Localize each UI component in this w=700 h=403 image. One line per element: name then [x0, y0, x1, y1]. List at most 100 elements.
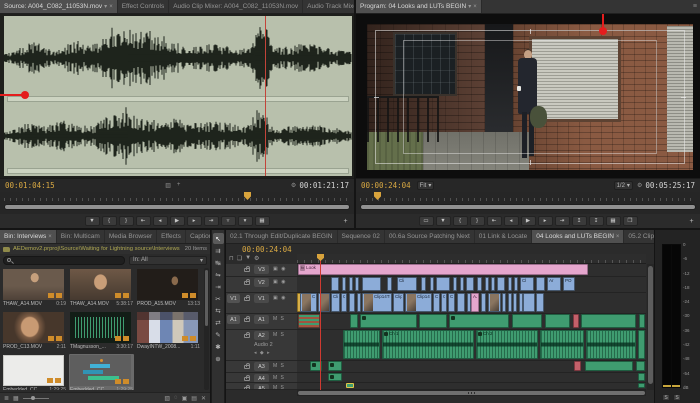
project-item-thumbnail[interactable]: [3, 269, 64, 300]
timeline-clip[interactable]: [508, 293, 512, 312]
transport-button[interactable]: ▦: [255, 216, 270, 226]
transport-button[interactable]: ▭: [419, 216, 434, 226]
project-item[interactable]: PROD_C13.MOV 2:11: [2, 311, 67, 352]
panel-menu-icon[interactable]: ≡: [693, 3, 697, 10]
track-target-button[interactable]: V3: [254, 265, 269, 274]
timeline-clip[interactable]: [638, 373, 645, 381]
sequence-tab[interactable]: 04 Looks and LUTs BEGIN ×: [532, 230, 624, 243]
timeline-clip[interactable]: [638, 330, 645, 359]
transport-button[interactable]: ▼: [436, 216, 451, 226]
keyframe-nav-icons[interactable]: ◂ ◆ ▸: [254, 350, 271, 356]
search-filter-dropdown[interactable]: In: All▾: [129, 256, 207, 265]
track-lane-a2[interactable]: Ch 1 Ch 2: [297, 330, 646, 361]
chevron-down-icon[interactable]: ▾: [468, 3, 471, 10]
project-tab[interactable]: Bin: Multicam: [57, 230, 105, 243]
track-toggle-icons[interactable]: M S: [273, 385, 285, 390]
transport-button[interactable]: ▶: [521, 216, 536, 226]
timeline-clip[interactable]: [460, 277, 464, 291]
timeline-clip[interactable]: Ch 2: [476, 330, 538, 359]
source-playhead-line[interactable]: [265, 16, 266, 176]
timeline-toolbar-icon[interactable]: ⊓: [229, 255, 234, 262]
tool-button[interactable]: ↖: [213, 233, 224, 244]
track-toggle-icons[interactable]: M S: [273, 316, 285, 322]
sequence-tab[interactable]: 02.1 Through Edit/Duplicate BEGIN: [226, 230, 338, 243]
timeline-toolbar-icon[interactable]: ⚙: [254, 255, 259, 262]
track-lock-icon[interactable]: [244, 377, 250, 381]
source-patch-button[interactable]: V1: [227, 294, 240, 303]
transport-button[interactable]: {: [102, 216, 117, 226]
source-patch-button[interactable]: A1: [227, 315, 240, 324]
track-lock-icon[interactable]: [244, 318, 250, 322]
timeline-clip[interactable]: [545, 314, 570, 328]
timeline-clip[interactable]: [638, 383, 645, 388]
source-display-icon[interactable]: +: [177, 182, 181, 189]
program-tab[interactable]: Program: 04 Looks and LUTs BEGIN ▾ ×: [356, 0, 482, 13]
transport-button[interactable]: ❒: [623, 216, 638, 226]
track-lock-icon[interactable]: [244, 297, 250, 301]
settings-icon[interactable]: ⚙: [291, 182, 296, 189]
close-icon[interactable]: ×: [473, 4, 477, 10]
timeline-clip[interactable]: Ar: [547, 277, 561, 291]
timeline-clip[interactable]: [523, 293, 535, 312]
settings-icon[interactable]: ⚙: [637, 182, 642, 189]
tool-button[interactable]: ✂: [213, 293, 224, 304]
transport-button[interactable]: ⇥: [204, 216, 219, 226]
track-target-button[interactable]: V1: [254, 294, 269, 303]
search-box[interactable]: [3, 256, 125, 265]
timeline-clip[interactable]: [585, 361, 633, 371]
track-lock-icon[interactable]: [244, 281, 250, 285]
solo-button[interactable]: S: [662, 394, 670, 401]
timeline-clip[interactable]: [457, 293, 465, 312]
track-lock-icon[interactable]: [244, 268, 250, 272]
track-toggle-icons[interactable]: ▣ ◉: [273, 266, 286, 272]
track-lane-v2[interactable]: Cli: [297, 277, 646, 293]
timeline-clip[interactable]: [349, 293, 355, 312]
timeline-clip[interactable]: [328, 373, 342, 381]
close-icon[interactable]: ×: [616, 234, 620, 240]
source-scrub-area[interactable]: [0, 192, 354, 214]
transport-button[interactable]: }: [119, 216, 134, 226]
timeline-clip[interactable]: Clip: [300, 293, 317, 312]
fit-dropdown[interactable]: Fit▾: [417, 181, 435, 190]
project-tab[interactable]: Effects: [157, 230, 186, 243]
sequence-tab[interactable]: 00.6a Source Patching Next: [385, 230, 475, 243]
timeline-clip[interactable]: [466, 277, 474, 291]
project-tab[interactable]: Media Browser: [105, 230, 157, 243]
timeline-clip[interactable]: [419, 314, 447, 328]
transport-button[interactable]: ⇥: [555, 216, 570, 226]
track-lane-a5[interactable]: [297, 383, 646, 390]
track-toggle-icons[interactable]: M S: [273, 375, 285, 381]
timeline-clip[interactable]: [421, 277, 426, 291]
transport-button[interactable]: ▼: [85, 216, 100, 226]
transport-button[interactable]: ⇤: [136, 216, 151, 226]
source-display-icon[interactable]: ▥: [165, 182, 171, 189]
project-item[interactable]: TMagnusson_... 3:30:17: [69, 311, 134, 352]
timeline-clip[interactable]: [540, 330, 584, 359]
timeline-clip[interactable]: [481, 293, 486, 312]
timeline-toolbar-icon[interactable]: ❏: [237, 255, 242, 262]
track-toggle-icons[interactable]: M S: [273, 332, 285, 338]
track-toggle-icons[interactable]: ▣ ◉: [273, 279, 286, 285]
timeline-clip[interactable]: Clip14TK: [362, 293, 392, 312]
sequence-tab[interactable]: 05.2 Clip Mixing BEGIN: [624, 230, 654, 243]
track-target-button[interactable]: A5: [254, 384, 269, 390]
track-target-button[interactable]: V2: [254, 278, 269, 287]
project-toolbar-icon[interactable]: ✕: [201, 395, 206, 402]
timeline-clip[interactable]: [512, 314, 542, 328]
tool-button[interactable]: ✱: [213, 341, 224, 352]
source-waveform-area[interactable]: [0, 14, 354, 178]
timeline-clip[interactable]: Cli: [433, 293, 440, 312]
close-icon[interactable]: ×: [48, 234, 52, 240]
timeline-clip[interactable]: [436, 277, 450, 291]
timeline-clip[interactable]: [357, 293, 361, 312]
project-item[interactable]: THAW_A14.MOV 0:19: [2, 268, 67, 309]
close-icon[interactable]: ×: [109, 4, 113, 10]
timeline-vertical-scrollbar[interactable]: [647, 264, 654, 390]
timeline-clip[interactable]: [453, 277, 457, 291]
solo-button[interactable]: S: [673, 394, 681, 401]
project-item[interactable]: Embedded_CC... 1:29:25: [69, 354, 134, 390]
timeline-clip[interactable]: [491, 277, 495, 291]
audio-waveform-display[interactable]: [4, 16, 352, 176]
timeline-clip[interactable]: [342, 277, 346, 291]
timeline-clip[interactable]: [514, 277, 518, 291]
